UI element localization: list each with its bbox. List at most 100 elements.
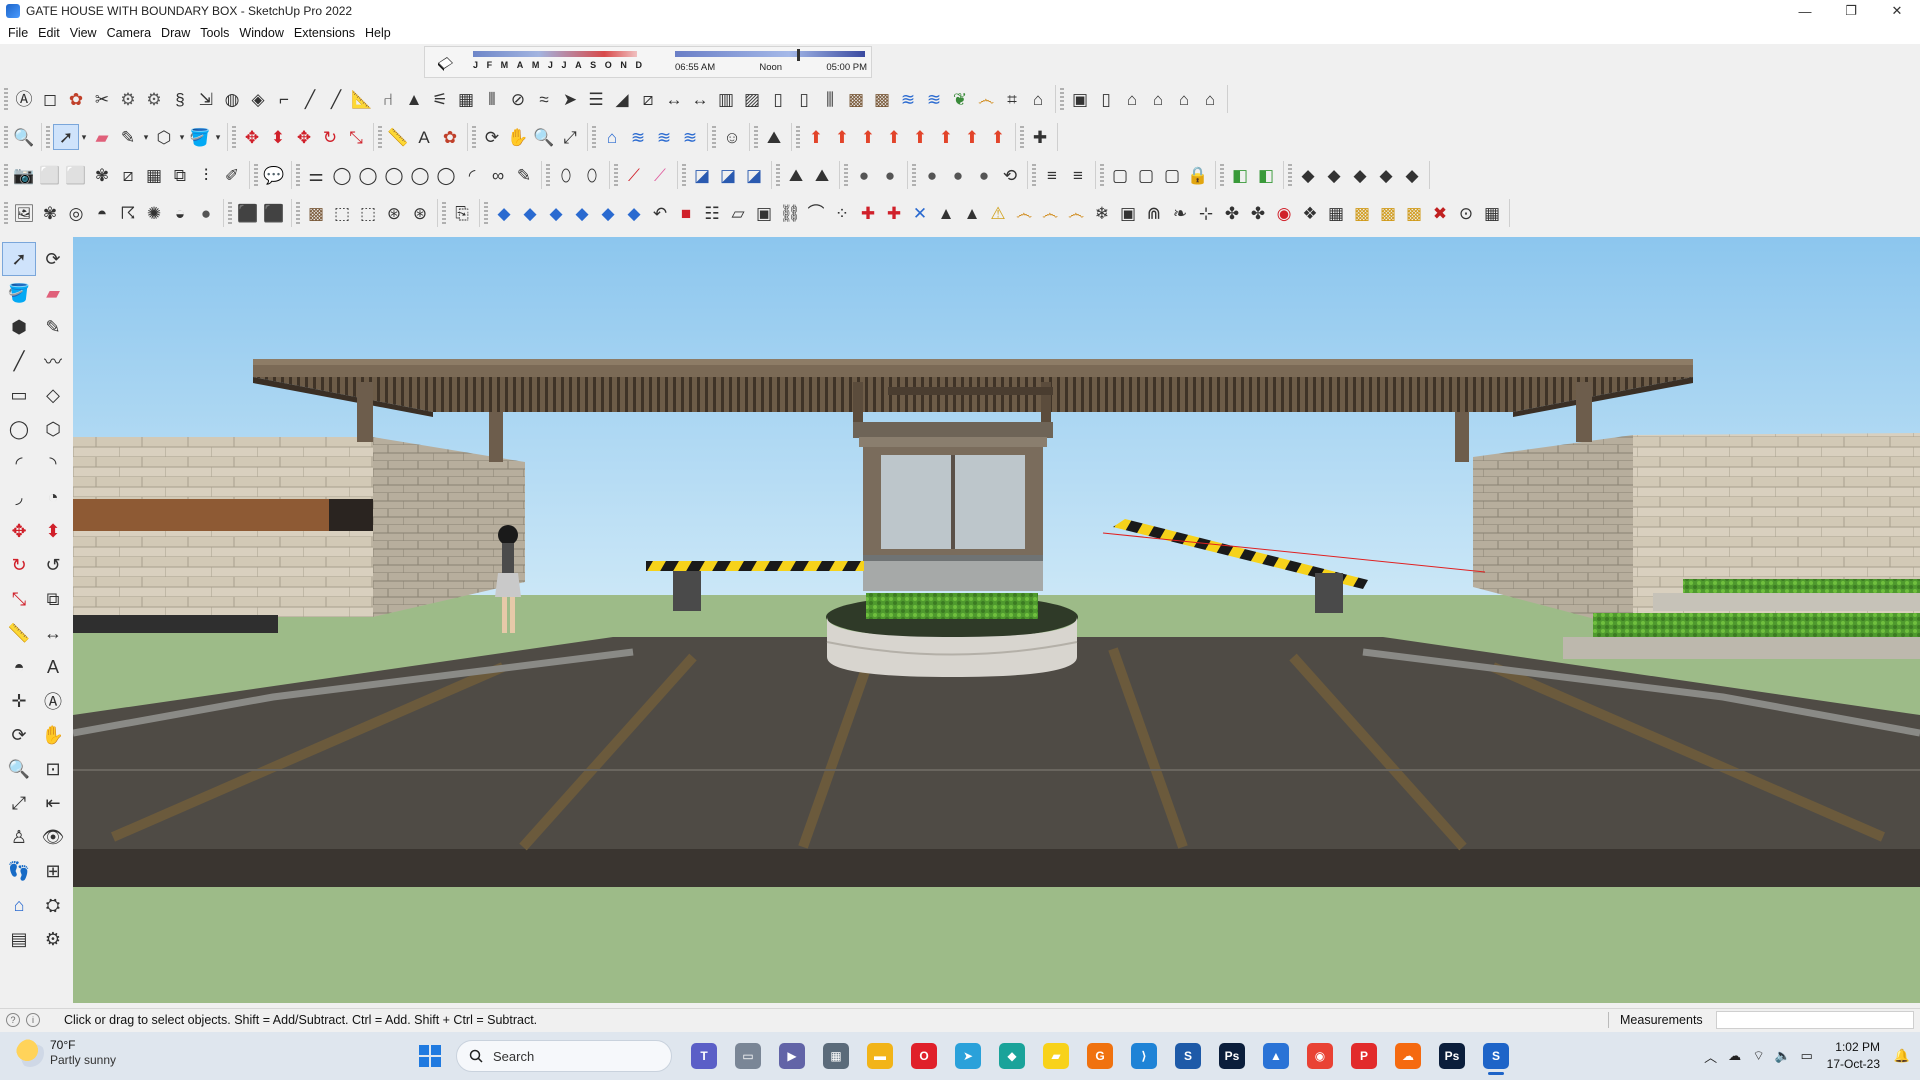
menu-window[interactable]: Window [237,26,291,40]
toolbar-grip[interactable] [484,202,488,224]
circle-icon[interactable]: ◯ [2,412,36,446]
toolbar-grip[interactable] [682,164,686,186]
toolbar-grip[interactable] [1060,88,1064,110]
block-icon[interactable]: ◆ [1399,162,1425,188]
pencil-icon[interactable]: ✎ [511,162,537,188]
gate-house-scene[interactable] [73,237,1920,1003]
layers-icon[interactable]: ≋ [625,124,651,150]
scale-icon[interactable]: ⤡ [343,124,369,150]
push-icon[interactable]: ⇲ [193,86,219,112]
sphere-icon[interactable]: ● [919,162,945,188]
shadow-toggle-icon[interactable] [435,54,455,72]
cube-icon[interactable]: ⬜ [37,162,63,188]
plane-icon[interactable]: ◆ [621,200,647,226]
toolbar-grip[interactable] [844,164,848,186]
layers-icon[interactable]: ≋ [651,124,677,150]
toolbar-grip[interactable] [4,202,8,224]
arc-tool-icon[interactable]: ◻ [37,86,63,112]
warehouse-icon[interactable]: ⌂ [599,124,625,150]
zoom-extents-icon[interactable]: ⤢ [2,786,36,820]
tape-measure-icon[interactable]: 📏 [385,124,411,150]
gear-icon[interactable]: ⚙ [115,86,141,112]
toolbar-grip[interactable] [1288,164,1292,186]
select-icon[interactable]: ➚ [2,242,36,276]
camera-icon[interactable]: 📷 [11,162,37,188]
sunset-icon[interactable]: ◒ [167,200,193,226]
section-icon[interactable]: ◪ [715,162,741,188]
house-color-icon[interactable]: ⬆ [803,124,829,150]
zoom-icon[interactable]: 🔍 [11,124,37,150]
month-slider[interactable] [473,51,637,57]
rotated-rect-icon[interactable]: ◇ [36,378,70,412]
rotate-icon[interactable]: ↻ [317,124,343,150]
sun-icon[interactable]: ✺ [141,200,167,226]
grid-sphere-icon[interactable]: ⊛ [407,200,433,226]
line-icon[interactable]: ╱ [297,86,323,112]
snowflake-icon[interactable]: ❄ [1089,200,1115,226]
time-slider[interactable] [675,51,865,57]
loop-icon[interactable]: ∞ [485,162,511,188]
onedrive-icon[interactable]: ☁ [1723,1044,1747,1068]
taskbar-app-drive[interactable]: ▲ [1256,1036,1296,1076]
zoom-icon[interactable]: 🔍 [531,124,557,150]
chevron-down-icon[interactable]: ▾ [213,132,223,143]
box-icon[interactable]: ▣ [751,200,777,226]
list-icon[interactable]: ☷ [699,200,725,226]
3d-viewport[interactable] [73,237,1920,1003]
toolbar-grip[interactable] [912,164,916,186]
circle-icon[interactable]: ◯ [407,162,433,188]
pencil-icon[interactable]: ✎ [36,310,70,344]
dim-icon[interactable]: ⊹ [1193,200,1219,226]
house-color-icon[interactable]: ⬆ [933,124,959,150]
grid-icon[interactable]: ▦ [453,86,479,112]
toolbar-grip[interactable] [254,164,258,186]
look-around-icon[interactable]: 👁 [36,820,70,854]
taskbar-app-photoshop-2[interactable]: Ps [1432,1036,1472,1076]
line-red-icon[interactable]: ⟋ [621,162,647,188]
push-pull-icon[interactable]: ⬍ [265,124,291,150]
light-icon[interactable]: ☈ [115,200,141,226]
taskbar-app-calculator[interactable]: ▦ [816,1036,856,1076]
taskbar-app-3d-app[interactable]: ◆ [992,1036,1032,1076]
close-button[interactable]: ✕ [1874,0,1920,22]
wave-icon[interactable]: ≈ [531,86,557,112]
dimension-icon[interactable]: ↔ [661,86,687,112]
taskbar-app-pinterest[interactable]: P [1344,1036,1384,1076]
plane-icon[interactable]: ◆ [491,200,517,226]
volume-icon[interactable]: 🔈 [1771,1044,1795,1068]
tree-icon[interactable]: ⫶ [193,162,219,188]
person-icon[interactable]: ☺ [719,124,745,150]
orbit-icon[interactable]: ⟳ [36,242,70,276]
geo-location-icon[interactable]: ? [6,1012,20,1027]
terrain-icon[interactable]: ⛰ [809,162,835,188]
solid-icon[interactable]: ⬛ [235,200,261,226]
hatch-icon[interactable]: ▨ [739,86,765,112]
taskbar-app-sketchup[interactable]: S [1476,1036,1516,1076]
cube-outline-icon[interactable]: ⬚ [329,200,355,226]
grid-sphere-icon[interactable]: ⊛ [381,200,407,226]
leaf-icon[interactable]: ❦ [947,86,973,112]
chair-icon[interactable]: ⑁ [375,86,401,112]
plane-icon[interactable]: ◆ [517,200,543,226]
extension-warehouse-icon[interactable]: ⛭ [36,888,70,922]
slice-icon[interactable]: ⧄ [635,86,661,112]
globe-icon[interactable]: ◍ [219,86,245,112]
panel-icon[interactable]: ▩ [1349,200,1375,226]
chevron-up-icon[interactable]: ︿ [1699,1044,1723,1068]
cube-outline-icon[interactable]: ⬚ [355,200,381,226]
red-dot-icon[interactable]: ◉ [1271,200,1297,226]
house-color-icon[interactable]: ⬆ [829,124,855,150]
component-icon[interactable]: ⬢ [2,310,36,344]
curve-icon[interactable]: ⌒ [803,200,829,226]
paint-icon[interactable]: ✿ [437,124,463,150]
time-slider-thumb[interactable] [797,49,800,61]
door-icon[interactable]: ▯ [791,86,817,112]
menu-file[interactable]: File [6,26,36,40]
taskbar-app-task-view[interactable]: ▭ [728,1036,768,1076]
toolbar-grip[interactable] [796,126,800,148]
line-pink-icon[interactable]: ⟋ [647,162,673,188]
slope-icon[interactable]: ◢ [609,86,635,112]
door-icon[interactable]: ▯ [1093,86,1119,112]
orbit-icon[interactable]: ⟳ [479,124,505,150]
panel-icon[interactable]: ▩ [1401,200,1427,226]
